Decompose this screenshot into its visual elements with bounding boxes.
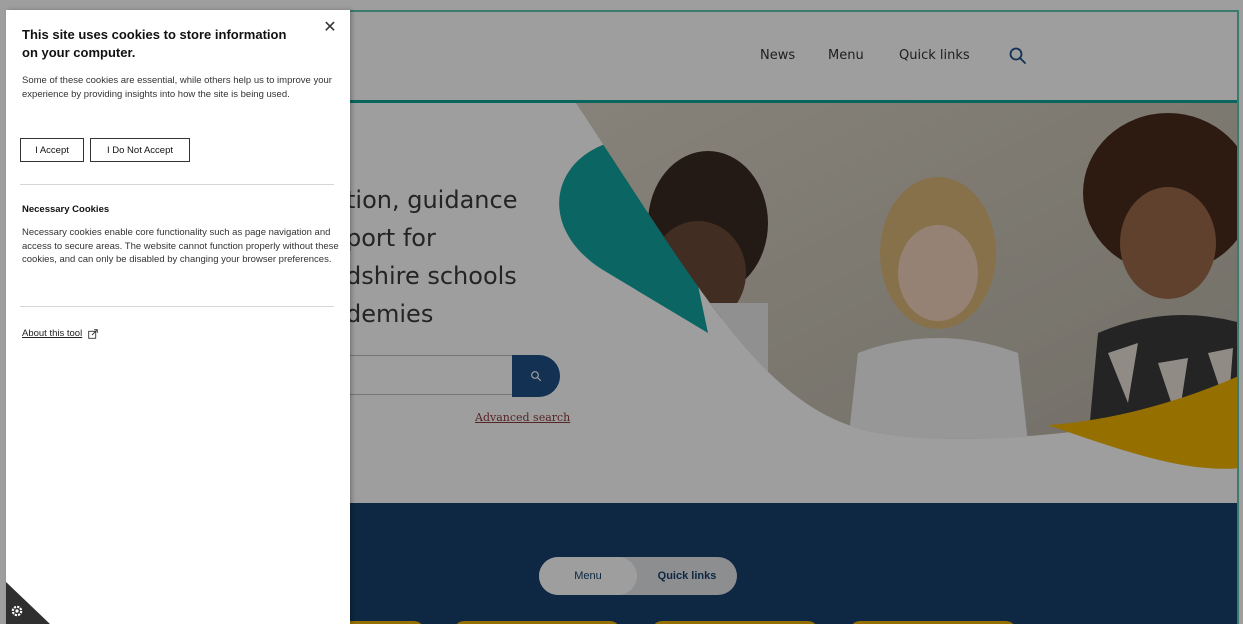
divider [20, 306, 334, 307]
cookie-intro-text: Some of these cookies are essential, whi… [22, 75, 332, 100]
decline-cookies-button[interactable]: I Do Not Accept [90, 138, 190, 162]
necessary-cookies-text: Necessary cookies enable core functional… [22, 227, 339, 265]
external-link-icon [88, 328, 98, 339]
page: News Menu Quick links tion, guidance por… [0, 0, 1243, 624]
cookie-consent-panel: This site uses cookies to store informat… [6, 10, 350, 624]
divider [20, 184, 334, 185]
about-this-tool-label: About this tool [22, 328, 83, 339]
gear-icon[interactable] [10, 604, 24, 618]
accept-cookies-button[interactable]: I Accept [20, 138, 84, 162]
close-icon[interactable]: ✕ [322, 20, 338, 36]
cookie-panel-title: This site uses cookies to store informat… [22, 27, 287, 60]
necessary-cookies-title: Necessary Cookies [22, 204, 110, 215]
about-this-tool-link[interactable]: About this tool [22, 328, 98, 339]
